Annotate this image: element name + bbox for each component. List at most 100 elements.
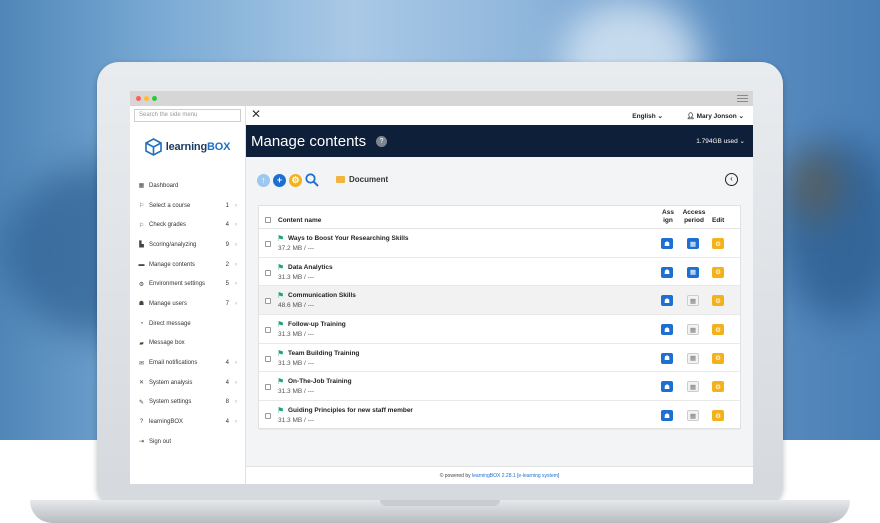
assign-users-icon[interactable]: ☗ (661, 381, 673, 393)
sidebar-item-label: System settings (149, 399, 192, 406)
sidebar-item-label: learningBOX (149, 419, 184, 426)
close-icon[interactable]: ✕ (251, 108, 261, 120)
flag-icon: ⚑ (277, 262, 285, 272)
table-row[interactable]: ⚑ On-The-Job Training 31.3 MB / --- ☗ ▦ ⚙ (259, 372, 740, 402)
row-checkbox[interactable] (265, 241, 271, 247)
edit-gear-icon[interactable]: ⚙ (712, 352, 724, 364)
sidebar-item-3[interactable]: ▙ Scoring/analyzing 9 › (130, 235, 245, 255)
content-size: 31.3 MB / --- (278, 388, 315, 396)
help-icon[interactable]: ? (376, 136, 387, 147)
sidebar-item-1[interactable]: ⚐ Select a course 1 › (130, 196, 245, 216)
sidebar-item-label: Environment settings (149, 281, 206, 288)
sidebar-item-label: Sign out (149, 438, 172, 445)
sidebar-item-label: Direct message (149, 320, 191, 327)
content-title[interactable]: Ways to Boost Your Researching Skills (288, 235, 409, 242)
header-content-name[interactable]: Content name (278, 217, 321, 224)
user-menu[interactable]: 👤︎ Mary Jonson ⌄ (687, 112, 744, 120)
logo-text: learningBOX (165, 141, 231, 153)
assign-users-icon[interactable]: ☗ (661, 266, 673, 278)
table-row[interactable]: ⚑ Communication Skills 48.6 MB / --- ☗ ▦ ⚙ (259, 286, 740, 316)
folder-name: Document (349, 175, 389, 184)
edit-gear-icon[interactable]: ⚙ (712, 324, 724, 336)
sidebar-item-0[interactable]: ▦ Dashboard (130, 176, 245, 196)
sidebar-item-9[interactable]: ✉ Email notifications 4 › (130, 353, 245, 373)
calendar-icon[interactable]: ▦ (687, 352, 699, 364)
file-icon: ▙ (139, 242, 144, 249)
content-title[interactable]: On-The-Job Training (288, 378, 352, 385)
footer-link[interactable]: learningBOX 2.28.1 [e-learning system] (472, 473, 559, 479)
logo-text-part1: learning (165, 141, 207, 153)
back-button[interactable]: ‹ (725, 173, 738, 186)
table-row[interactable]: ⚑ Team Building Training 31.3 MB / --- ☗ ▦ ⚙ (259, 344, 740, 373)
sidebar-search-input[interactable]: Search the side menu (134, 109, 241, 122)
content-title[interactable]: Follow-up Training (288, 321, 346, 328)
sidebar-item-8[interactable]: ▰ Message box (130, 334, 245, 354)
calendar-icon[interactable]: ▦ (687, 324, 699, 336)
edit-gear-icon[interactable]: ⚙ (712, 295, 724, 307)
edit-gear-icon[interactable]: ⚙ (712, 266, 724, 278)
sidebar-item-label: Message box (149, 340, 185, 347)
sidebar-item-10[interactable]: ✕ System analysis 4 › (130, 373, 245, 393)
add-icon[interactable]: + (273, 173, 286, 187)
row-checkbox[interactable] (265, 384, 271, 391)
sidebar-menu: ▦ Dashboard ⚐ Select a course 1 › ⚐ Check grade… (130, 176, 245, 452)
edit-gear-icon[interactable]: ⚙ (712, 381, 724, 393)
calendar-icon[interactable]: ▦ (687, 238, 699, 249)
assign-users-icon[interactable]: ☗ (661, 324, 673, 336)
content-title[interactable]: Communication Skills (288, 292, 356, 299)
close-window-dot[interactable] (136, 96, 141, 101)
calendar-icon[interactable]: ▦ (687, 266, 699, 278)
content-title[interactable]: Data Analytics (288, 264, 333, 271)
storage-usage-dropdown[interactable]: 1.794GB used ⌄ (696, 137, 745, 145)
sidebar-item-4[interactable]: ▬ Manage contents 2 › (130, 255, 245, 275)
calendar-icon[interactable]: ▦ (687, 381, 699, 393)
users-icon: ☗ (138, 301, 145, 308)
table-row[interactable]: ⚑ Data Analytics 31.3 MB / --- ☗ ▦ ⚙ (259, 258, 740, 287)
table-row[interactable]: ⚑ Ways to Boost Your Researching Skills 37… (259, 229, 740, 258)
table-row[interactable]: ⚑ Guiding Principles for new staff member… (259, 401, 740, 430)
sidebar-item-count: 4 (225, 222, 229, 229)
sidebar-item-12[interactable]: ? learningBOX 4 › (130, 412, 245, 432)
table-header: Content name Ass ign Access period Edit (259, 206, 740, 229)
user-name: Mary Jonson ⌄ (696, 113, 744, 120)
chevron-right-icon: › (235, 222, 237, 229)
select-all-checkbox[interactable] (265, 217, 271, 223)
content-title[interactable]: Team Building Training (288, 350, 359, 357)
table-row[interactable]: ⚑ Follow-up Training 31.3 MB / --- ☗ ▦ ⚙ (259, 315, 740, 344)
sidebar-item-count: 4 (225, 379, 229, 386)
content-title[interactable]: Guiding Principles for new staff member (288, 407, 413, 414)
flag-icon: ⚑ (277, 406, 285, 416)
current-folder[interactable]: Document (336, 175, 388, 184)
sidebar-item-2[interactable]: ⚐ Check grades 4 › (130, 215, 245, 235)
row-checkbox[interactable] (265, 413, 271, 420)
sidebar-item-5[interactable]: ⚙ Environment settings 5 › (130, 274, 245, 294)
settings-icon[interactable]: ⚙ (289, 173, 302, 187)
hamburger-menu-icon[interactable] (737, 95, 748, 102)
flag-icon: ⚑ (277, 348, 285, 358)
assign-users-icon[interactable]: ☗ (661, 238, 673, 249)
learningbox-logo[interactable]: learningBOX (130, 137, 245, 157)
row-checkbox[interactable] (265, 298, 271, 305)
row-checkbox[interactable] (265, 355, 271, 362)
sidebar-item-7[interactable]: ◔ Direct message (130, 314, 245, 334)
sidebar-item-11[interactable]: ✎ System settings 8 › (130, 393, 245, 413)
search-icon[interactable] (305, 173, 319, 187)
sidebar-item-6[interactable]: ☗ Manage users 7 › (130, 294, 245, 314)
minimize-window-dot[interactable] (144, 96, 149, 101)
user-icon: 👤︎ (686, 113, 695, 120)
assign-users-icon[interactable]: ☗ (661, 295, 673, 307)
row-checkbox[interactable] (265, 269, 271, 276)
edit-gear-icon[interactable]: ⚙ (712, 238, 724, 249)
assign-users-icon[interactable]: ☗ (661, 352, 673, 364)
calendar-icon[interactable]: ▦ (687, 295, 699, 307)
assign-users-icon[interactable]: ☗ (661, 410, 673, 422)
upload-icon[interactable]: ↑ (257, 173, 270, 187)
flag-icon: ⚑ (277, 291, 285, 301)
language-selector[interactable]: English ⌄ (632, 112, 663, 120)
maximize-window-dot[interactable] (152, 96, 157, 101)
main-panel: ✕ English ⌄ 👤︎ Mary Jonson ⌄ Manage cont… (246, 106, 753, 484)
row-checkbox[interactable] (265, 327, 271, 334)
sidebar-item-13[interactable]: ⇥ Sign out (130, 432, 245, 452)
calendar-icon[interactable]: ▦ (687, 410, 699, 422)
edit-gear-icon[interactable]: ⚙ (712, 410, 724, 422)
